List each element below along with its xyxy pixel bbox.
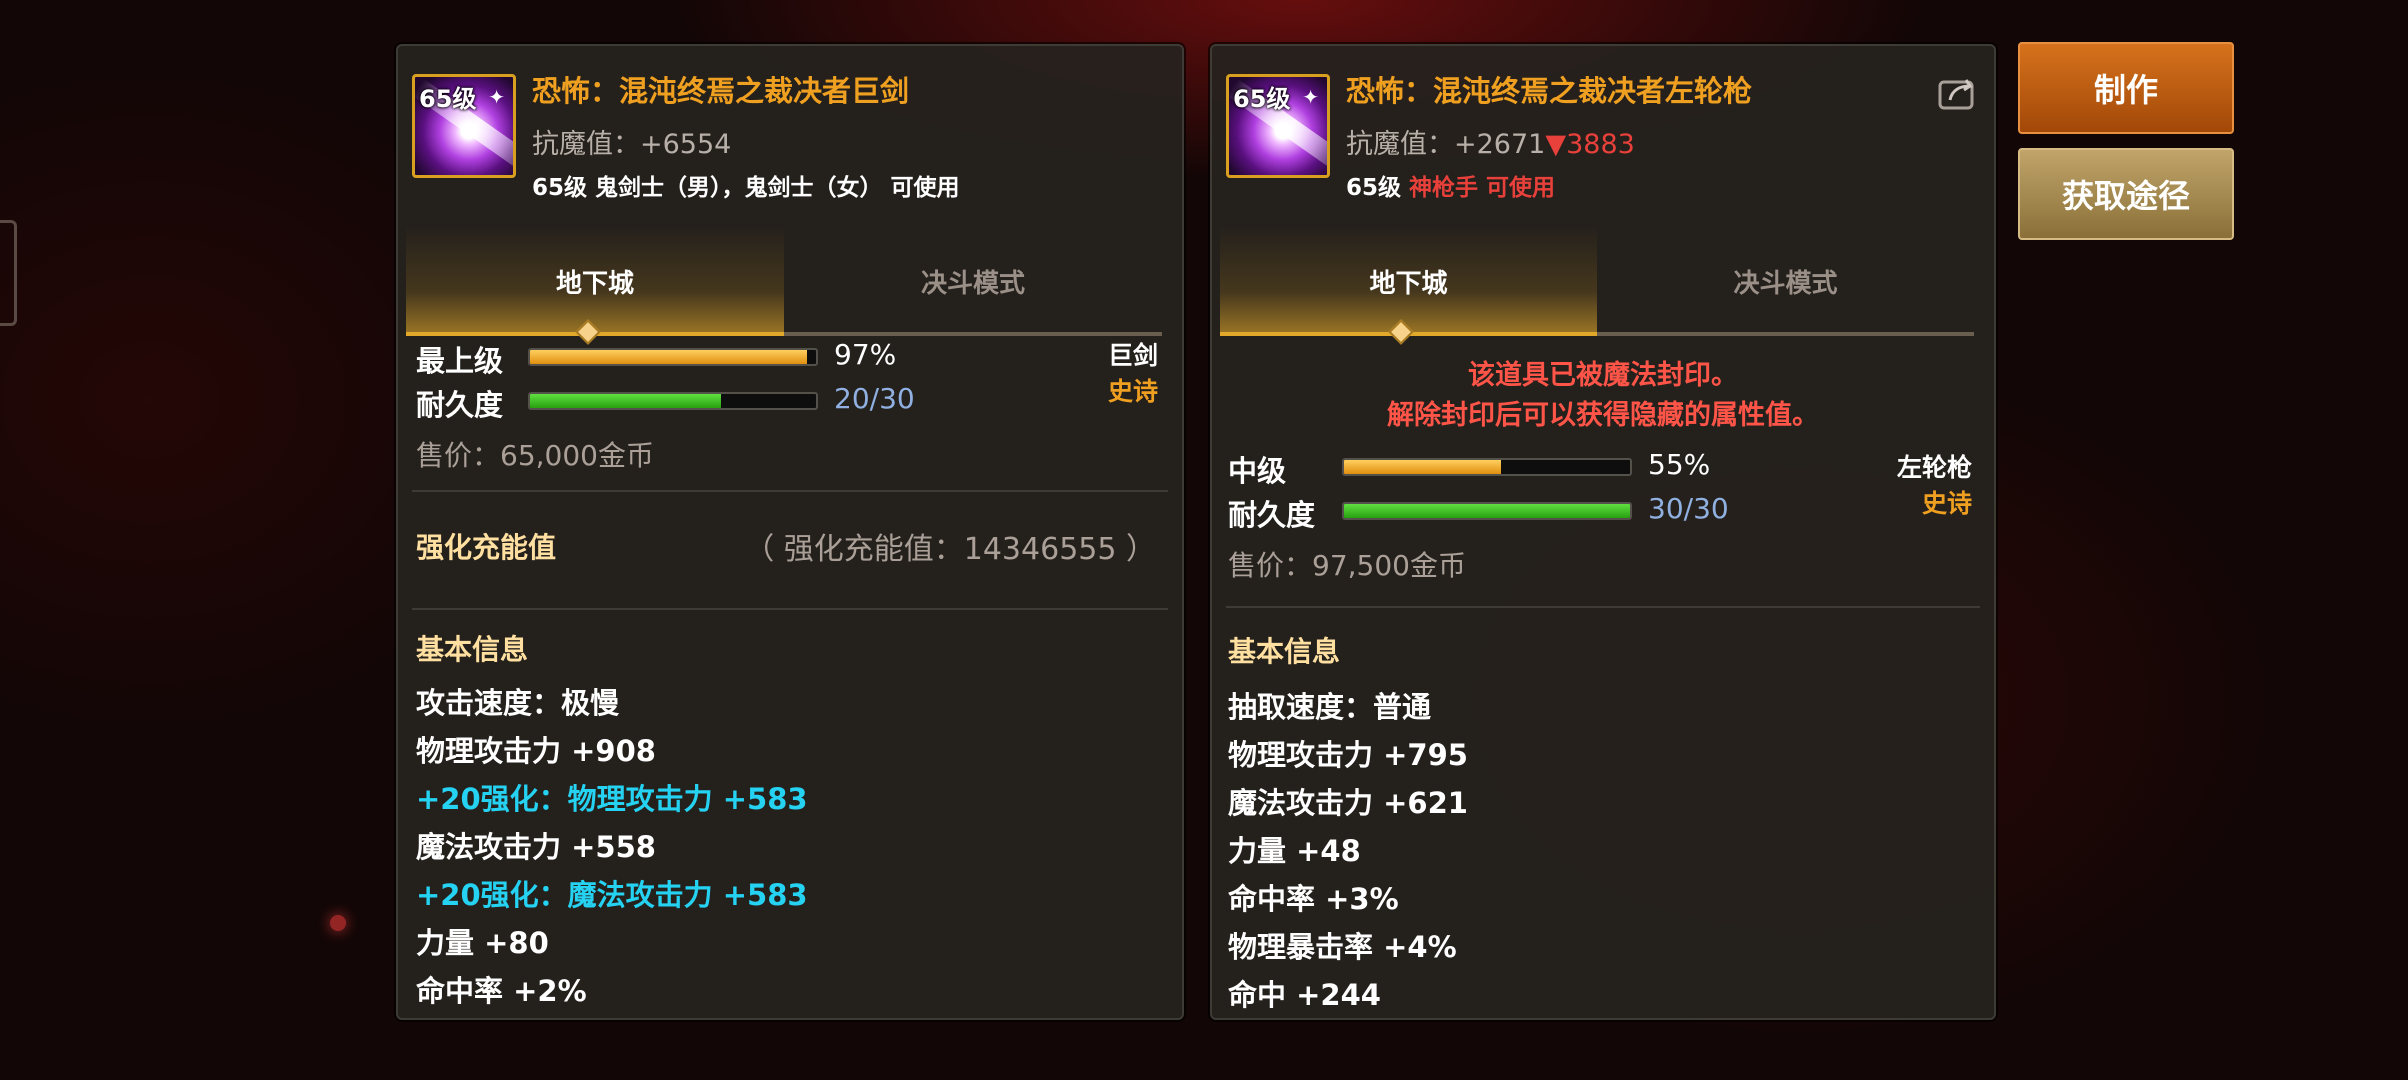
sealed-notice-line2: 解除封印后可以获得隐藏的属性值。 [1387, 400, 1819, 431]
anti-magic-current: 抗魔值：+2671 [1346, 129, 1546, 160]
sealed-notice-line1: 该道具已被魔法封印。 [1468, 360, 1738, 391]
divider [1226, 606, 1980, 608]
divider [412, 490, 1168, 492]
sell-price: 售价：97,500金币 [1228, 549, 1466, 582]
item-icon-level: 65级 [419, 85, 477, 113]
durability-label: 耐久度 [416, 388, 504, 422]
stat-line: 物理攻击力 +795 [1228, 738, 1468, 772]
item-header: 65级 ✦ 恐怖：混沌终焉之裁决者巨剑 抗魔值：+6554 65级 鬼剑士（男）… [412, 60, 1168, 210]
revolver-item-icon[interactable]: 65级 ✦ [1226, 74, 1330, 178]
rarity: 史诗 [1107, 377, 1158, 406]
stat-line: 命中率 +2% [416, 974, 587, 1008]
greatsword-item-icon[interactable]: 65级 ✦ [412, 74, 516, 178]
charge-value: （ 强化充能值：14346555 ） [744, 532, 1156, 567]
item-name: 恐怖：混沌终焉之裁决者左轮枪 [1346, 74, 1753, 108]
grade-bar [1342, 458, 1632, 476]
stat-line: +20强化：物理攻击力 +583 [416, 782, 808, 816]
stat-line: 力量 +80 [416, 926, 549, 960]
durability-label: 耐久度 [1228, 498, 1316, 532]
anti-magic-diff: ▼3883 [1545, 129, 1635, 160]
tab-underline [1220, 332, 1974, 336]
basic-info-title: 基本信息 [1228, 635, 1341, 668]
weapon-type: 巨剑 [1107, 341, 1158, 370]
durability-bar [1342, 502, 1632, 520]
grade-bar-fill [1344, 460, 1502, 474]
usable-classes: 65级 鬼剑士（男），鬼剑士（女） 可使用 [532, 175, 960, 201]
weapon-type: 左轮枪 [1896, 453, 1972, 482]
divider [412, 608, 1168, 610]
durability-bar-fill [530, 394, 721, 408]
mode-tabs: 地下城 决斗模式 [1220, 226, 1974, 345]
sell-price: 售价：65,000金币 [416, 439, 654, 472]
stat-line: +20强化：魔法攻击力 +583 [416, 878, 808, 912]
durability-bar-fill [1344, 504, 1630, 518]
tab-underline [406, 332, 1162, 336]
durability-bar [528, 392, 818, 410]
grade-bar [528, 348, 818, 366]
anti-magic-value: 抗魔值：+2671▼3883 [1346, 122, 1635, 161]
tab-dungeon[interactable]: 地下城 [406, 226, 784, 336]
grade-value: 55% [1648, 448, 1711, 481]
usable-level: 65级 [1346, 175, 1402, 201]
mode-tabs: 地下城 决斗模式 [406, 226, 1162, 345]
stat-line: 抽取速度：普通 [1228, 690, 1432, 724]
stat-line: 魔法攻击力 +621 [1228, 786, 1468, 820]
item-header: 65级 ✦ 恐怖：混沌终焉之裁决者左轮枪 抗魔值：+2671▼3883 65级 … [1226, 60, 1980, 210]
grade-value: 97% [834, 338, 897, 371]
stat-line: 攻击速度：极慢 [416, 686, 620, 720]
basic-info-title: 基本信息 [416, 633, 529, 666]
tab-duel-mode[interactable]: 决斗模式 [1597, 226, 1974, 336]
grade-label: 中级 [1228, 454, 1287, 488]
usable-class: 神枪手 可使用 [1409, 175, 1556, 201]
durability-value: 30/30 [1648, 492, 1729, 525]
anti-magic-value: 抗魔值：+6554 [532, 129, 732, 160]
grade-bar-fill [530, 350, 808, 364]
item-name: 恐怖：混沌终焉之裁决者巨剑 [532, 74, 910, 108]
stat-line: 命中率 +3% [1228, 882, 1399, 916]
item-tooltip-left: 65级 ✦ 恐怖：混沌终焉之裁决者巨剑 抗魔值：+6554 65级 鬼剑士（男）… [396, 44, 1184, 1020]
tab-dungeon[interactable]: 地下城 [1220, 226, 1597, 336]
durability-value: 20/30 [834, 382, 915, 415]
craft-button[interactable]: 制作 [2018, 42, 2234, 134]
stat-line: 物理暴击率 +4% [1228, 930, 1457, 964]
sparkle-icon: ✦ [1302, 85, 1319, 109]
obtain-source-button[interactable]: 获取途径 [2018, 148, 2234, 240]
share-icon[interactable] [1938, 76, 1978, 110]
stat-line: 物理攻击力 +908 [416, 734, 656, 768]
stat-line: 力量 +48 [1228, 834, 1361, 868]
rarity: 史诗 [1921, 489, 1972, 518]
background-hex-frame [0, 220, 17, 326]
background-glow-dot [330, 915, 346, 931]
tab-duel-mode[interactable]: 决斗模式 [784, 226, 1162, 336]
item-tooltip-right: 65级 ✦ 恐怖：混沌终焉之裁决者左轮枪 抗魔值：+2671▼3883 65级 … [1210, 44, 1996, 1020]
grade-label: 最上级 [416, 344, 504, 378]
usable-classes: 65级 神枪手 可使用 [1346, 168, 1555, 202]
charge-title: 强化充能值 [416, 531, 557, 564]
stat-line: 命中 +244 [1228, 978, 1381, 1012]
sparkle-icon: ✦ [488, 85, 505, 109]
item-icon-level: 65级 [1233, 85, 1291, 113]
stat-line: 魔法攻击力 +558 [416, 830, 656, 864]
